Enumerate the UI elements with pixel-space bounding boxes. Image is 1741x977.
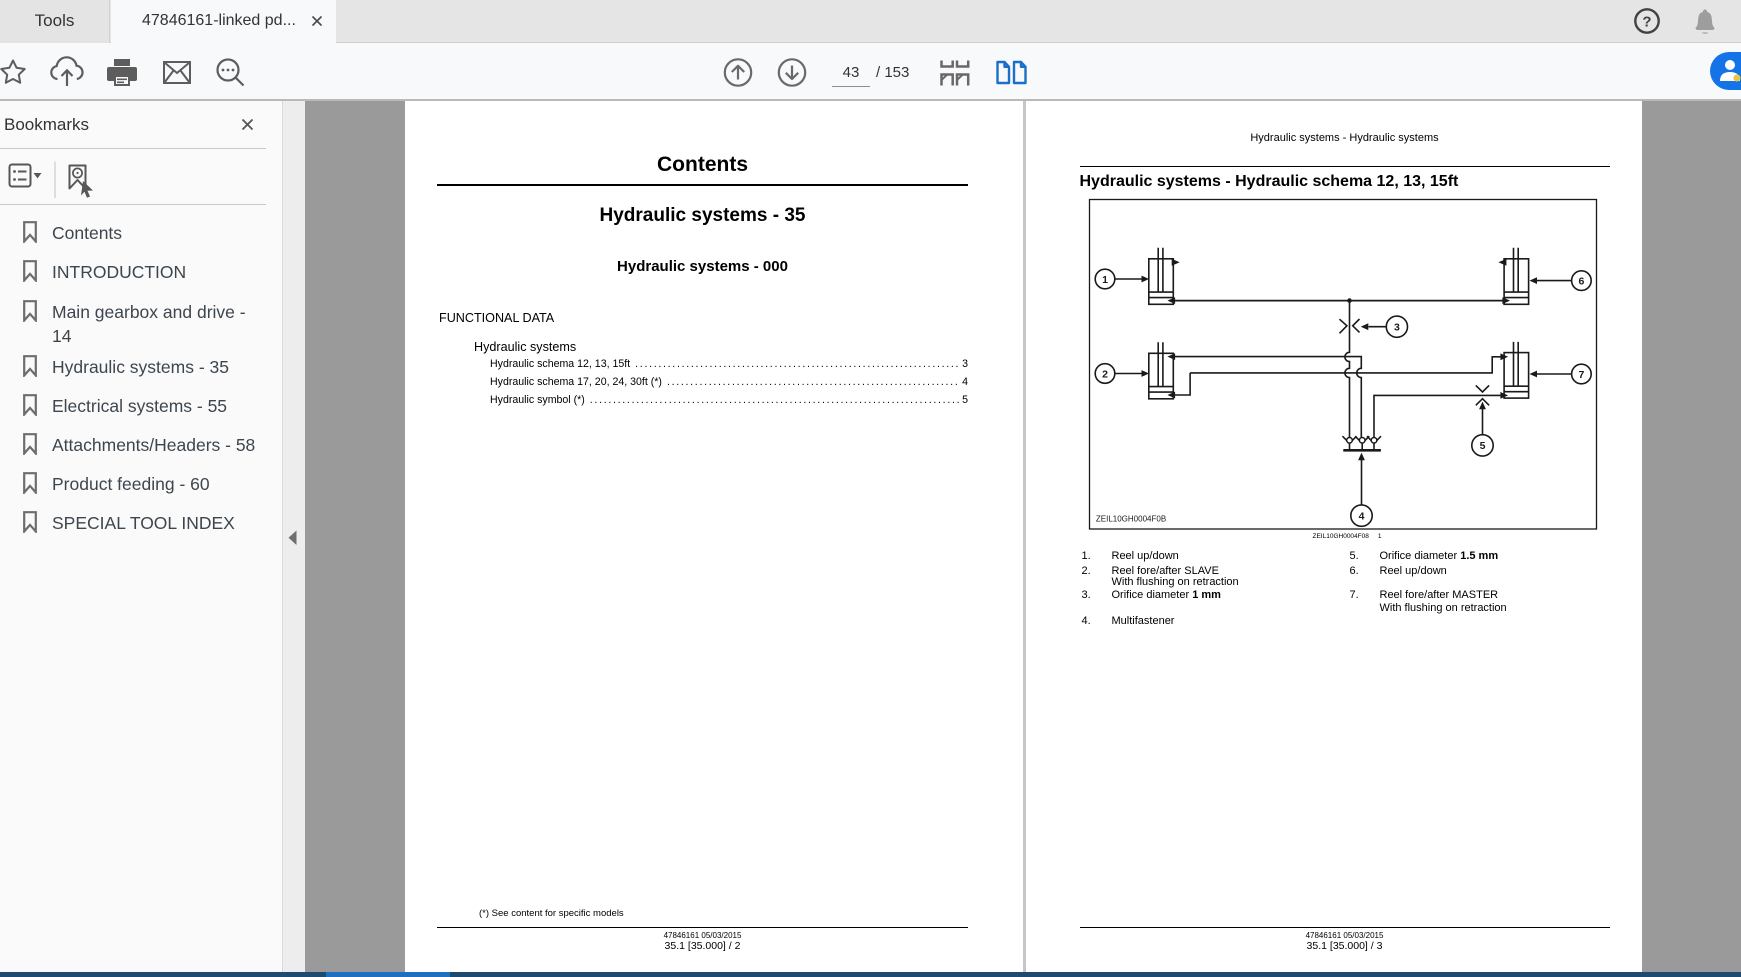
svg-text:5: 5 xyxy=(1479,440,1485,452)
svg-text:ZEIL10GH0004F0B: ZEIL10GH0004F0B xyxy=(1095,515,1165,524)
svg-text:4: 4 xyxy=(1358,510,1364,522)
svg-text:3: 3 xyxy=(1393,322,1399,334)
svg-text:7: 7 xyxy=(1578,369,1584,381)
svg-text:?: ? xyxy=(1642,14,1651,31)
svg-text:6: 6 xyxy=(1578,275,1584,287)
svg-text:2: 2 xyxy=(1102,368,1108,380)
svg-text:1: 1 xyxy=(1102,274,1108,286)
